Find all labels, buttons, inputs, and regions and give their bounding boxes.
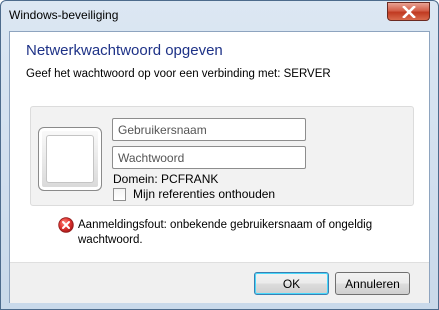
remember-credentials-checkbox[interactable] xyxy=(113,187,126,201)
user-picture-frame xyxy=(38,127,102,191)
dialog-subheading: Geef het wachtwoord op voor een verbindi… xyxy=(26,68,331,80)
error-text-line-2: wachtwoord. xyxy=(78,234,143,246)
password-input[interactable] xyxy=(112,146,306,169)
user-picture-placeholder xyxy=(46,135,94,183)
window-title: Windows-beveiliging xyxy=(9,8,119,22)
credential-tile[interactable]: Domein: PCFRANK Mijn referenties onthoud… xyxy=(30,106,414,206)
cancel-button[interactable]: Annuleren xyxy=(335,272,410,295)
close-button[interactable] xyxy=(387,2,430,21)
title-bar[interactable]: Windows-beveiliging xyxy=(1,1,438,29)
error-text: Aanmeldingsfout: onbekende gebruikersnaa… xyxy=(78,218,372,248)
error-text-line-1: Aanmeldingsfout: onbekende gebruikersnaa… xyxy=(78,219,373,231)
dialog-client-area: Netwerkwachtwoord opgeven Geef het wacht… xyxy=(9,31,430,303)
domain-label: Domein: PCFRANK xyxy=(113,172,219,186)
ok-button[interactable]: OK xyxy=(254,272,329,295)
remember-credentials-label[interactable]: Mijn referenties onthouden xyxy=(133,187,275,201)
error-x-icon xyxy=(58,217,74,233)
username-input[interactable] xyxy=(112,118,306,141)
close-icon xyxy=(401,5,416,18)
dialog-window: Windows-beveiliging Netwerkwachtwoord op… xyxy=(0,0,439,310)
dialog-heading: Netwerkwachtwoord opgeven xyxy=(26,42,223,59)
button-bar: OK Annuleren xyxy=(10,262,429,303)
remember-credentials-option[interactable]: Mijn referenties onthouden xyxy=(113,187,275,201)
